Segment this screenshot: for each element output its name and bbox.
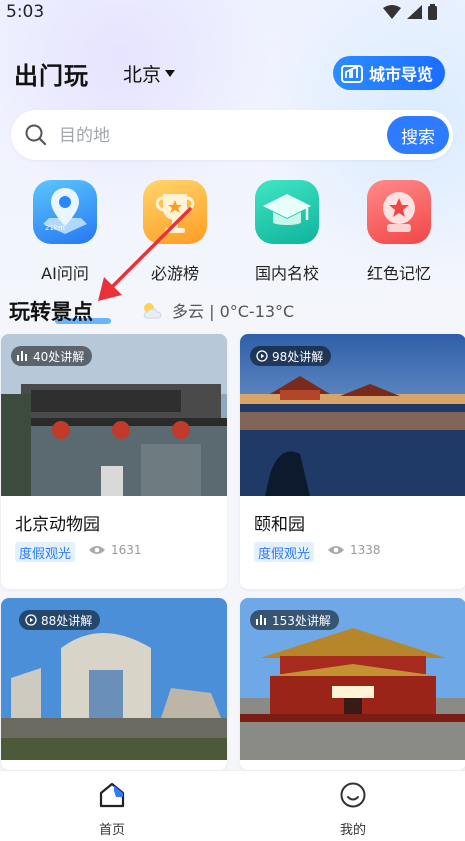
audio-guide-badge: 88处讲解 <box>19 610 101 630</box>
tab-home[interactable]: 首页 <box>72 781 152 838</box>
audio-guide-badge: 40处讲解 <box>11 346 93 366</box>
audio-guide-badge: 98处讲解 <box>250 346 332 366</box>
play-icon <box>256 350 268 362</box>
city-guide-label: 城市导览 <box>368 65 433 84</box>
graduation-cap-icon <box>255 180 319 244</box>
eye-icon <box>89 546 105 554</box>
signal-icon <box>407 5 422 19</box>
app-header: 出门玩 北京 城市导览 <box>0 52 465 96</box>
tab-mine-label: 我的 <box>339 823 366 838</box>
city-guide-button[interactable]: 城市导览 <box>332 56 445 90</box>
search-input[interactable] <box>57 122 341 150</box>
bottom-tab-bar: 首页 我的 <box>0 770 465 841</box>
weather-info: 多云 | 0°C-13°C <box>140 298 294 322</box>
status-bar: 5:03 <box>0 0 465 24</box>
partly-cloudy-icon <box>143 303 162 319</box>
category-row: 21km AI问问 必游榜 国内名校 红色记忆 <box>0 180 465 290</box>
status-time: 5:03 <box>6 2 45 22</box>
bars-icon <box>256 615 266 625</box>
spot-card[interactable]: 40处讲解 北京动物园 度假观光 1631 <box>1 334 227 589</box>
search-bar: 搜索 <box>11 110 453 160</box>
bars-icon <box>17 351 27 361</box>
category-label: 国内名校 <box>254 264 319 283</box>
category-label: 红色记忆 <box>366 264 431 283</box>
ai-map-pin-icon: 21km <box>33 180 97 244</box>
spot-name: 颐和园 <box>254 515 305 535</box>
audio-guide-badge: 153处讲解 <box>250 610 339 630</box>
spot-name: 北京动物园 <box>15 515 100 535</box>
category-famous-schools[interactable]: 国内名校 <box>237 180 337 284</box>
annotation-arrow <box>98 207 192 301</box>
search-button[interactable]: 搜索 <box>387 116 449 154</box>
search-icon <box>25 124 47 146</box>
tab-home-label: 首页 <box>98 823 125 838</box>
red-star-icon <box>367 180 431 244</box>
home-icon <box>99 782 125 808</box>
city-selector[interactable]: 北京 <box>123 60 176 87</box>
section-title: 玩转景点 <box>9 296 111 326</box>
category-red-memory[interactable]: 红色记忆 <box>349 180 449 284</box>
spot-card[interactable]: 88处讲解 <box>1 598 227 770</box>
spot-tag: 度假观光 <box>254 542 315 562</box>
spot-tag: 度假观光 <box>15 542 76 562</box>
eye-icon <box>328 546 344 554</box>
spot-views: 1631 <box>89 543 142 557</box>
wifi-icon <box>383 5 401 19</box>
app-logo: 出门玩 <box>14 62 89 90</box>
city-name: 北京 <box>123 64 162 86</box>
spot-card[interactable]: 153处讲解 <box>240 598 465 770</box>
battery-icon <box>428 4 437 20</box>
tab-mine[interactable]: 我的 <box>313 781 393 838</box>
spot-views: 1338 <box>328 543 381 557</box>
smiley-icon <box>340 782 366 808</box>
map-building-icon <box>340 65 363 83</box>
weather-text: 多云 | 0°C-13°C <box>172 302 295 321</box>
svg-text:21km: 21km <box>45 224 65 232</box>
caret-down-icon <box>165 70 176 77</box>
play-icon <box>25 614 37 626</box>
spot-card[interactable]: 98处讲解 颐和园 度假观光 1338 <box>240 334 465 589</box>
